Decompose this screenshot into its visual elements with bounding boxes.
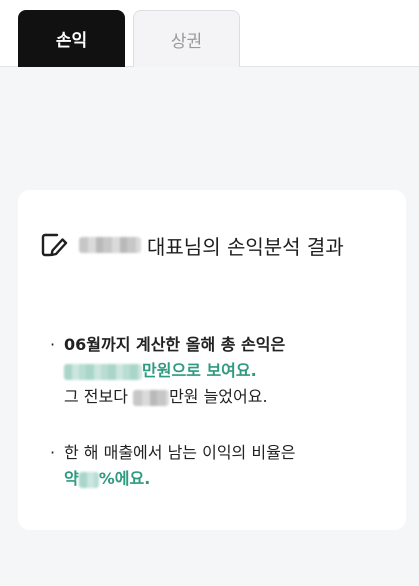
profit-intro-text: 06월까지 계산한 올해 총 손익은 [64,335,286,354]
margin-suffix: %에요. [98,469,151,488]
result-item-profit: · 06월까지 계산한 올해 총 손익은 [50,332,390,358]
margin-value-line: 약 %에요. [50,466,390,492]
profit-unit-text: 만원으로 보여요. [142,361,257,380]
tab-profit-loss-label: 손익 [55,31,88,51]
card-title: 대표님의 손익분석 결과 [147,234,344,259]
margin-prefix: 약 [64,469,79,488]
bullet-dot: · [50,443,56,462]
edit-document-icon [41,233,68,257]
analysis-result-card: 대표님의 손익분석 결과 · 06월까지 계산한 올해 총 손익은 만원으로 보… [18,190,406,530]
margin-intro-text: 한 해 매출에서 남는 이익의 비율은 [64,443,296,462]
card-header: 대표님의 손익분석 결과 [39,230,344,260]
redacted-owner-name [79,237,141,253]
result-text: · 06월까지 계산한 올해 총 손익은 만원으로 보여요. 그 전보다 만원 … [50,332,390,492]
bullet-dot: · [50,335,56,354]
redacted-margin-value [78,471,99,488]
tab-commercial-area-label: 상권 [170,31,203,52]
tab-profit-loss[interactable]: 손익 [18,10,125,67]
tab-commercial-area[interactable]: 상권 [133,10,240,67]
redacted-profit-value [64,363,142,380]
profit-change-prefix: 그 전보다 [64,387,128,406]
profit-value-line: 만원으로 보여요. [50,358,390,384]
redacted-change-value [133,389,170,406]
profit-change-suffix: 만원 늘었어요. [169,387,268,406]
profit-change-line: 그 전보다 만원 늘었어요. [50,384,390,410]
result-item-margin: · 한 해 매출에서 남는 이익의 비율은 [50,440,390,466]
tab-bar: 손익 상권 [0,0,419,67]
